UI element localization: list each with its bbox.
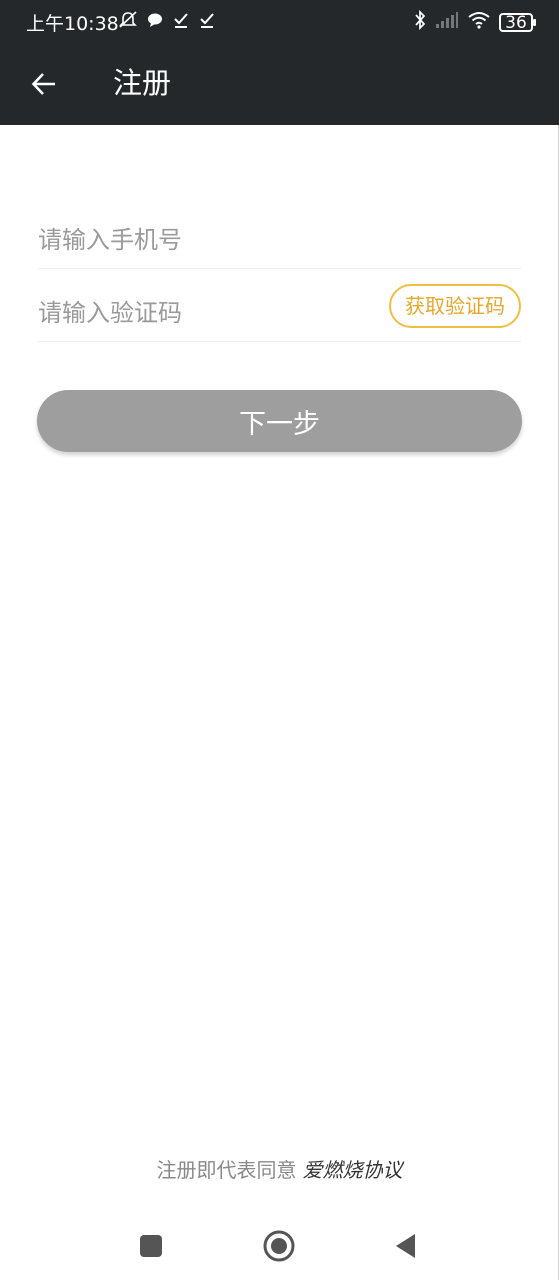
circle-home-icon [263,1230,295,1262]
arrow-left-icon [31,73,55,95]
verification-code-input[interactable] [38,299,368,327]
next-step-button[interactable]: 下一步 [37,390,522,452]
phone-input[interactable] [38,226,368,254]
app-root: 上午10:38 36 注册 请输入手机号 请输入验证码 获取验证码 下一步 注册… [0,0,559,1280]
back-button[interactable] [22,62,66,106]
bluetooth-icon [413,9,427,35]
page-title: 注册 [113,66,172,100]
status-right-icons: 36 [413,9,536,35]
bell-off-icon [118,10,138,35]
signal-icon [435,11,459,34]
battery-icon: 36 [499,13,536,33]
agreement-text: 注册即代表同意 爱燃烧协议 [0,1154,559,1183]
wifi-icon [467,11,491,34]
check-icon [198,11,216,34]
phone-row [38,200,521,269]
recent-apps-button[interactable] [131,1226,171,1266]
chat-bubble-icon [146,11,164,34]
status-left-icons [118,10,216,35]
code-row: 获取验证码 [38,269,521,342]
triangle-back-icon [396,1234,415,1258]
system-back-button[interactable] [386,1226,426,1266]
status-time: 上午10:38 [26,13,119,35]
check-icon [172,11,190,34]
status-bar: 上午10:38 36 [0,0,559,42]
toolbar: 注册 [0,42,559,125]
square-icon [140,1235,162,1257]
navigation-bar [0,1210,559,1280]
agreement-link[interactable]: 爱燃烧协议 [303,1158,403,1182]
register-form: 获取验证码 [38,200,521,342]
agreement-prefix: 注册即代表同意 [156,1158,297,1182]
home-button[interactable] [259,1226,299,1266]
get-code-button[interactable]: 获取验证码 [389,284,521,328]
